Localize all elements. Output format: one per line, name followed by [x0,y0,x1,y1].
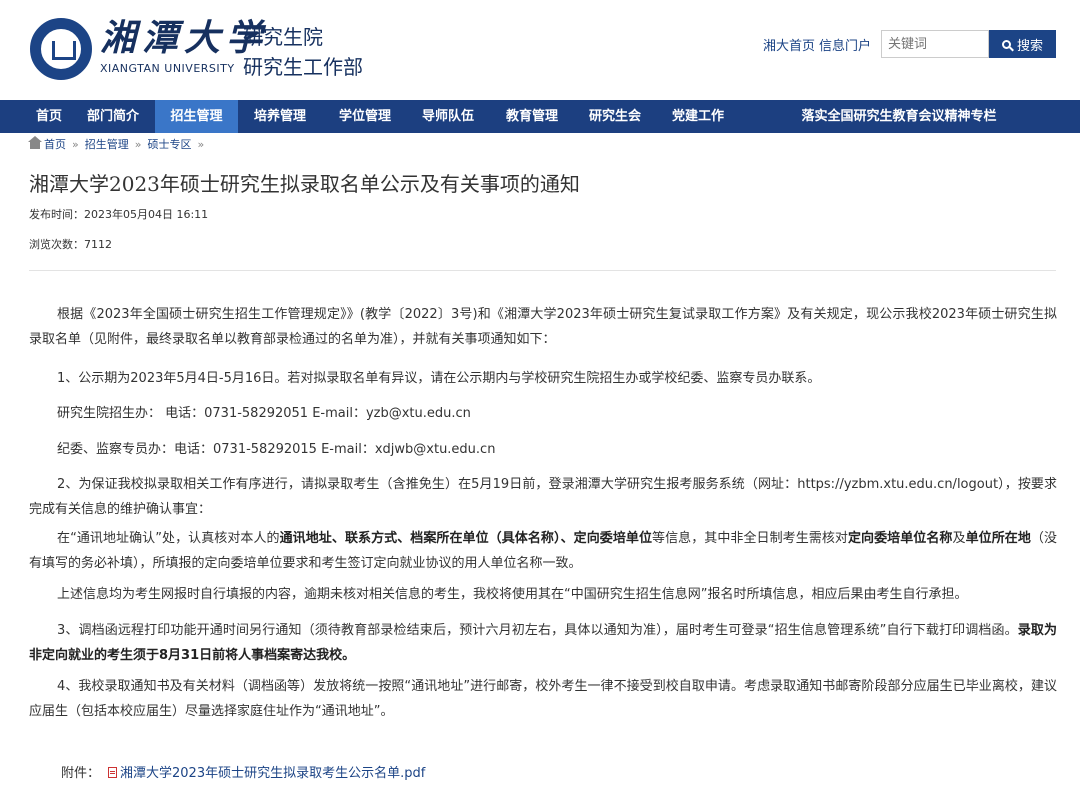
attachment-label: 附件： [61,766,101,781]
article-title: 湘潭大学2023年硕士研究生拟录取名单公示及有关事项的通知 [29,172,580,196]
nav-item-about[interactable]: 部门简介 [80,100,146,133]
nav-item-supervisors[interactable]: 导师队伍 [413,100,483,133]
paragraph-item-3: 3、调档函远程打印功能开通时间另行通知（须待教育部录检结束后，预计六月初左右，具… [29,623,1057,663]
breadcrumb-home[interactable]: 首页 [44,138,66,151]
breadcrumb-masters[interactable]: 硕士专区 [147,138,191,151]
paragraph-contact-admissions: 研究生院招生办： 电话：0731-58292051 E-mail：yzb@xtu… [57,406,471,421]
site-header: 湘潭大学 XIANGTAN UNIVERSITY 研究生院 研究生工作部 湘大首… [0,0,1080,100]
nav-item-admissions[interactable]: 招生管理 [155,100,238,133]
university-english-name: XIANGTAN UNIVERSITY [100,62,235,75]
nav-item-special-column[interactable]: 落实全国研究生教育会议精神专栏 [790,100,1008,133]
paragraph-intro: 根据《2023年全国硕士研究生招生工作管理规定》》(教学〔2022〕3号)和《湘… [29,307,1057,347]
publish-time: 发布时间：2023年05月04日 16:11 [29,208,209,221]
link-info-portal[interactable]: 信息门户 [819,39,871,54]
dept-graduate-school: 研究生院 [243,25,323,49]
search-button[interactable]: 搜索 [989,30,1056,58]
nav-item-home[interactable]: 首页 [23,100,75,133]
breadcrumb-admissions[interactable]: 招生管理 [85,138,129,151]
nav-item-education[interactable]: 教育管理 [497,100,567,133]
paragraph-notice: 上述信息均为考生网报时自行填报的内容，逾期未核对相关信息的考生，我校将使用其在“… [57,587,968,602]
pdf-file-icon [108,767,118,778]
nav-item-training[interactable]: 培养管理 [245,100,315,133]
university-seal-logo[interactable] [30,18,92,80]
attachment: 附件： 湘潭大学2023年硕士研究生拟录取考生公示名单.pdf [61,762,425,781]
top-links: 湘大首页 信息门户 [763,35,875,54]
breadcrumb: 首页» 招生管理» 硕士专区» [28,136,210,152]
paragraph-item-4: 4、我校录取通知书及有关材料（调档函等）发放将统一按照“通讯地址”进行邮寄，校外… [29,679,1057,719]
paragraph-contact-discipline: 纪委、监察专员办：电话：0731-58292015 E-mail：xdjwb@x… [57,442,496,457]
nav-item-degree[interactable]: 学位管理 [330,100,400,133]
search-button-label: 搜索 [1016,38,1043,54]
main-nav: 首页 部门简介 招生管理 培养管理 学位管理 导师队伍 教育管理 研究生会 党建… [0,100,1080,133]
search-input[interactable] [881,30,989,58]
divider [29,270,1056,271]
attachment-link[interactable]: 湘潭大学2023年硕士研究生拟录取考生公示名单.pdf [120,766,425,781]
link-univ-home[interactable]: 湘大首页 [763,39,815,54]
paragraph-address-confirm: 在“通讯地址确认”处，认真核对本人的通讯地址、联系方式、档案所在单位（具体名称）… [29,531,1057,571]
view-count: 浏览次数：7112 [29,238,112,251]
nav-item-student-union[interactable]: 研究生会 [580,100,650,133]
home-icon [28,136,42,149]
search-icon [1001,39,1011,49]
paragraph-item-1: 1、公示期为2023年5月4日-5月16日。若对拟录取名单有异议，请在公示期内与… [57,371,821,386]
dept-graduate-affairs: 研究生工作部 [243,55,363,79]
nav-item-party-building[interactable]: 党建工作 [663,100,733,133]
paragraph-item-2: 2、为保证我校拟录取相关工作有序进行，请拟录取考生（含推免生）在5月19日前，登… [29,477,1057,517]
